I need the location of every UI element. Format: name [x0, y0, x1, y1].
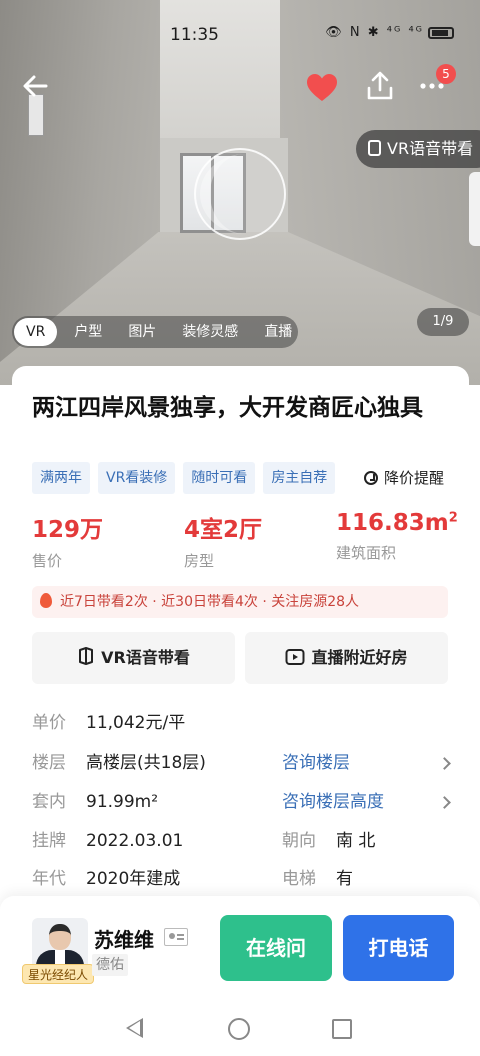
clock-icon	[364, 471, 378, 485]
detail-value: 南 北	[336, 831, 376, 851]
live-nearby-label: 直播附近好房	[311, 648, 408, 667]
detail-value: 2022.03.01	[86, 831, 184, 851]
detail-value: 有	[336, 869, 353, 889]
vr-voice-tour-label: VR语音带看	[101, 648, 190, 667]
avatar-head	[49, 924, 71, 950]
detail-inner-area: 套内 91.99m²	[32, 790, 158, 814]
detail-value: 2020年建成	[86, 869, 181, 889]
media-tab-floorplan[interactable]: 户型	[61, 318, 115, 346]
detail-label: 单价	[32, 713, 66, 733]
status-time: 11:35	[170, 25, 219, 45]
stat-value: 116.83m2	[336, 510, 458, 536]
tag-item: VR看装修	[98, 462, 176, 494]
nav-home-icon[interactable]	[228, 1018, 250, 1040]
stat-price: 129万 售价	[32, 510, 103, 571]
detail-floor: 楼层 高楼层(共18层)	[32, 751, 206, 775]
agent-name[interactable]: 苏维维	[94, 924, 154, 953]
detail-label: 电梯	[282, 869, 316, 889]
detail-label: 楼层	[32, 753, 66, 773]
area-unit-sup: 2	[448, 510, 458, 526]
tag-item: 满两年	[32, 462, 90, 494]
stat-area: 116.83m2 建筑面积	[336, 510, 458, 563]
nav-back-icon[interactable]	[126, 1018, 143, 1038]
back-button[interactable]	[16, 68, 56, 108]
share-icon	[367, 71, 393, 100]
vr-voice-tour-pill[interactable]: VR语音带看	[356, 130, 480, 168]
chevron-right-icon[interactable]	[438, 796, 451, 809]
viewing-stats-text: 近7日带看2次 · 近30日带看4次 · 关注房源28人	[60, 594, 360, 610]
listing-card: 两江四岸风景独享，大开发商匠心独具 满两年 VR看装修 随时可看 房主自荐 降价…	[12, 366, 469, 926]
listing-tags: 满两年 VR看装修 随时可看 房主自荐	[32, 462, 336, 494]
detail-unit-price: 单价 11,042元/平	[32, 711, 185, 735]
call-button[interactable]: 打电话	[343, 915, 454, 981]
vr-rotate-icon[interactable]	[194, 148, 286, 240]
listing-title: 两江四岸风景独享，大开发商匠心独具	[32, 395, 423, 421]
vr-icon	[77, 635, 95, 687]
chevron-right-icon[interactable]	[438, 757, 451, 770]
area-number: 116.83m	[336, 510, 449, 536]
stat-value: 129万	[32, 517, 104, 543]
media-tab-photos[interactable]: 图片	[115, 318, 169, 346]
online-chat-button[interactable]: 在线问	[220, 915, 332, 981]
side-drawer-handle[interactable]	[469, 172, 480, 246]
stat-layout: 4室2厅 房型	[184, 510, 262, 571]
media-tab-decor[interactable]: 装修灵感	[169, 318, 251, 346]
nav-recents-icon[interactable]	[332, 1019, 352, 1039]
favorite-button[interactable]	[304, 70, 340, 106]
detail-label: 套内	[32, 792, 66, 812]
stat-label: 售价	[32, 552, 63, 570]
notification-badge: 5	[436, 64, 456, 84]
vr-voice-tour-button[interactable]: VR语音带看	[32, 632, 235, 684]
stat-label: 房型	[184, 552, 215, 570]
detail-value: 91.99m²	[86, 792, 159, 812]
live-video-icon	[285, 635, 305, 687]
agent-company: 德佑	[92, 954, 128, 976]
tag-item: 房主自荐	[263, 462, 336, 494]
vr-voice-icon	[368, 140, 381, 156]
detail-year: 年代 2020年建成	[32, 867, 180, 891]
share-button[interactable]	[362, 68, 398, 104]
media-tabs: VR 户型 图片 装修灵感 直播	[12, 316, 298, 348]
ask-floor-height-link[interactable]: 咨询楼层高度	[282, 790, 384, 814]
stat-value: 4室2厅	[184, 517, 263, 543]
heart-icon	[307, 74, 337, 101]
stat-label: 建筑面积	[336, 544, 397, 562]
system-nav-bar	[0, 1000, 480, 1056]
detail-label: 年代	[32, 869, 66, 889]
detail-facing: 朝向南 北	[282, 829, 375, 853]
price-alert-button[interactable]: 降价提醒	[364, 462, 444, 494]
detail-label: 朝向	[282, 831, 316, 851]
media-tab-live[interactable]: 直播	[251, 318, 305, 346]
ask-floor-link[interactable]: 咨询楼层	[282, 751, 350, 775]
media-tab-vr[interactable]: VR	[14, 318, 58, 346]
detail-label: 挂牌	[32, 831, 66, 851]
photo-counter: 1/9	[417, 308, 469, 336]
status-icons: 👁 N ✱ ⁴ᴳ ⁴ᴳ	[325, 25, 454, 40]
vr-voice-label: VR语音带看	[387, 139, 474, 158]
flame-icon	[40, 593, 52, 608]
battery-icon	[428, 26, 454, 39]
price-alert-label: 降价提醒	[384, 469, 445, 487]
live-nearby-button[interactable]: 直播附近好房	[245, 632, 448, 684]
arrow-left-icon	[23, 75, 48, 97]
detail-listed-date: 挂牌 2022.03.01	[32, 829, 183, 853]
agent-contact-bar: 星光经纪人 苏维维 德佑 在线问 打电话	[0, 896, 480, 1000]
viewing-stats-banner: 近7日带看2次 · 近30日带看4次 · 关注房源28人	[32, 586, 448, 618]
status-indicators: 👁 N ✱ ⁴ᴳ ⁴ᴳ	[325, 25, 424, 40]
agent-star-badge: 星光经纪人	[22, 964, 95, 984]
detail-value: 11,042元/平	[86, 713, 186, 733]
tag-item: 随时可看	[183, 462, 256, 494]
detail-elevator: 电梯有	[282, 867, 353, 891]
status-bar: 11:35 👁 N ✱ ⁴ᴳ ⁴ᴳ	[0, 20, 480, 50]
detail-value: 高楼层(共18层)	[86, 753, 206, 773]
business-card-icon[interactable]	[164, 928, 188, 946]
